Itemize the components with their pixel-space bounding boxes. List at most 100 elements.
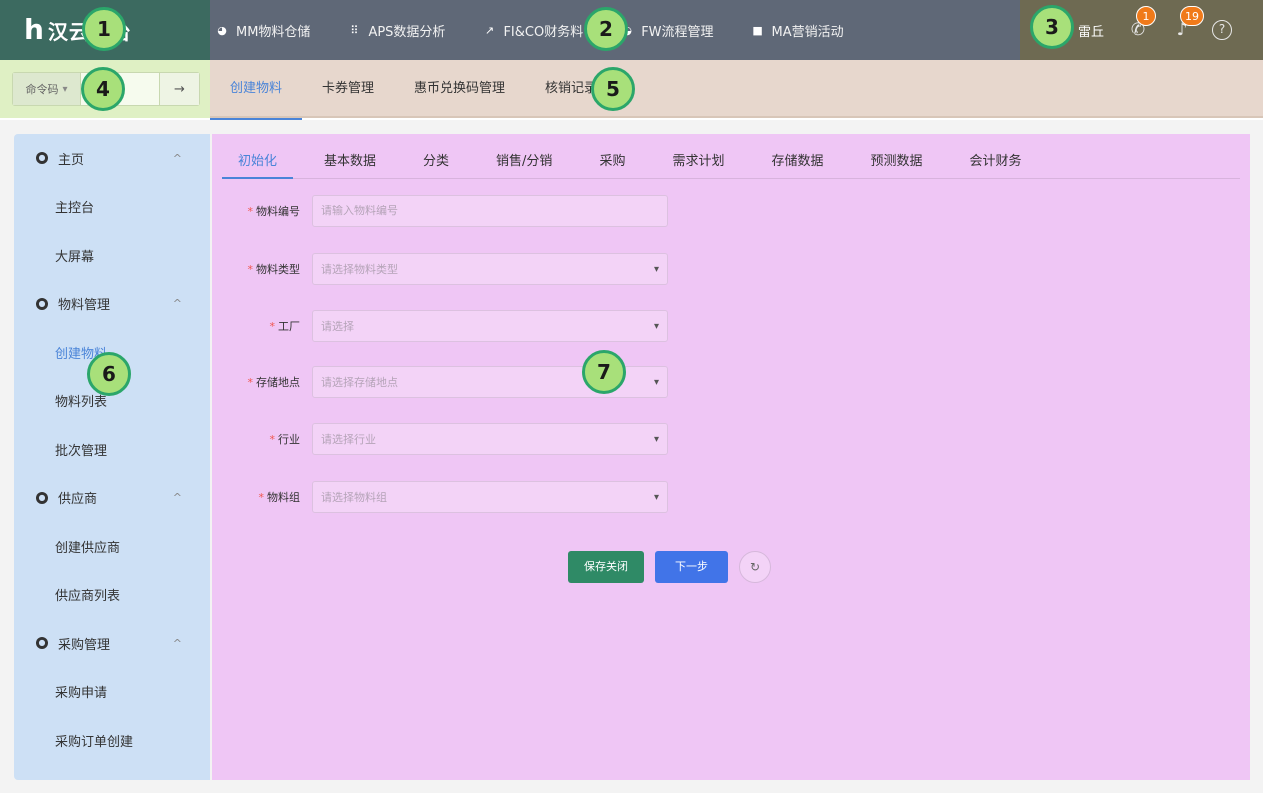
chevron-up-icon: ^ [172,636,182,650]
next-step-button[interactable]: 下一步 [655,551,728,583]
form-row-material-group: * 物料组 请选择物料组 ▾ [212,481,682,513]
marker-5: 5 [591,67,635,111]
group-bullet-icon: ● [36,637,48,650]
tab-init[interactable]: 初始化 [222,146,294,179]
form-row-industry: * 行业 请选择行业 ▾ [212,423,682,455]
material-group-select[interactable]: 请选择物料组 ▾ [312,481,668,513]
tab-basic-data[interactable]: 基本数据 [308,146,392,178]
arrow-right-icon: → [174,81,185,97]
sidebar-group-purchase[interactable]: ● 采购管理 ^ [14,619,210,668]
field-label-text: 物料类型 [256,263,300,276]
sidebar-group-label: 采购管理 [58,637,111,653]
required-mark: * [247,263,254,276]
top-nav-label: APS数据分析 [368,24,446,40]
top-nav-label: FW流程管理 [641,24,714,40]
chevron-down-icon: ▾ [653,321,659,332]
help-icon[interactable]: ? [1212,20,1233,40]
tab-forecast-data[interactable]: 预测数据 [854,146,938,178]
tab-accounting[interactable]: 会计财务 [954,146,1038,178]
tab-purchasing[interactable]: 采购 [583,146,641,178]
top-nav-item-fico[interactable]: ↗ FI&CO财务料 [483,21,583,40]
sidebar-item-purchase-order[interactable]: 采购订单创建 [14,716,210,765]
marker-1: 1 [82,7,126,51]
chevron-up-icon: ^ [172,297,182,311]
sidebar-group-material[interactable]: ● 物料管理 ^ [14,280,210,329]
field-label-text: 工厂 [278,320,300,333]
top-nav-item-fw[interactable]: ◒ FW流程管理 [621,21,713,40]
sidebar-group-supplier[interactable]: ● 供应商 ^ [14,474,210,523]
marker-4: 4 [81,67,125,111]
top-nav-item-mm[interactable]: ◕ MM物料仓储 [216,21,310,40]
sidebar-group-label: 物料管理 [58,298,111,314]
chevron-up-icon: ^ [172,151,182,165]
notification-button[interactable]: ♪ 19 [1172,6,1205,40]
field-label: * 行业 [212,431,312,447]
main-content: 初始化 基本数据 分类 销售/分销 采购 需求计划 存储数据 预测数据 会计财务… [210,120,1263,793]
dashboard-icon: ◕ [217,23,227,37]
plant-select[interactable]: 请选择 ▾ [312,310,668,342]
command-type-select[interactable]: 命令码 ▾ [13,73,81,105]
sidebar-item-create-supplier[interactable]: 创建供应商 [14,522,210,571]
sidebar-item-batch[interactable]: 批次管理 [14,425,210,474]
field-label: * 物料编号 [212,203,312,219]
group-bullet-icon: ● [36,297,48,310]
module-tab-create-material[interactable]: 创建物料 [210,60,303,120]
refresh-icon[interactable]: ↻ [739,551,771,583]
field-label: * 存储地点 [212,374,312,390]
module-tab-redeem-codes[interactable]: 惠币兑换码管理 [394,60,525,118]
chevron-down-icon: ▾ [653,377,659,388]
select-placeholder: 请选择存储地点 [321,376,398,389]
required-mark: * [247,376,254,389]
marker-3: 3 [1030,5,1074,49]
top-nav-item-aps[interactable]: ⠿ APS数据分析 [348,21,445,40]
command-type-label: 命令码 [25,83,59,96]
sidebar-menu: ● 主页 ^ 主控台 大屏幕 ● 物料管理 ^ 创建物料 物料列表 批次管理 ●… [14,134,212,780]
tab-demand-plan[interactable]: 需求计划 [656,146,740,178]
material-type-select[interactable]: 请选择物料类型 ▾ [312,253,668,285]
user-name[interactable]: 雷丘 [1078,21,1104,40]
phone-badge: 1 [1136,6,1157,26]
group-bullet-icon: ● [36,152,48,165]
industry-select[interactable]: 请选择行业 ▾ [312,423,668,455]
sidebar-group-label: 供应商 [58,492,98,508]
phone-button[interactable]: ✆ 1 [1128,6,1157,40]
select-placeholder: 请选择行业 [321,433,376,446]
form-row-plant: * 工厂 请选择 ▾ [212,310,682,342]
top-nav-label: FI&CO财务料 [503,24,584,40]
sidebar-item-big-screen[interactable]: 大屏幕 [14,231,210,280]
form-row-material-number: * 物料编号 [212,195,682,227]
tab-classification[interactable]: 分类 [407,146,465,178]
form-row-material-type: * 物料类型 请选择物料类型 ▾ [212,253,682,285]
marker-7: 7 [582,350,626,394]
sidebar-item-purchase-request[interactable]: 采购申请 [14,668,210,717]
material-number-input[interactable] [321,205,641,217]
top-nav: ◕ MM物料仓储 ⠿ APS数据分析 ↗ FI&CO财务料 ◒ FW流程管理 ■… [210,0,876,60]
tab-sales[interactable]: 销售/分销 [480,146,568,178]
form-actions: 保存关闭 下一步 ↻ [568,551,771,583]
material-number-field[interactable] [312,195,668,227]
field-label-text: 物料编号 [256,205,300,218]
marker-6: 6 [87,352,131,396]
tab-storage-data[interactable]: 存储数据 [755,146,839,178]
module-tabs: 创建物料 卡券管理 惠币兑换码管理 核销记录 [210,60,617,120]
select-placeholder: 请选择 [321,320,354,333]
command-go-button[interactable]: → [159,73,199,105]
chevron-down-icon: ▾ [62,83,68,95]
material-tabs: 初始化 基本数据 分类 销售/分销 采购 需求计划 存储数据 预测数据 会计财务 [222,146,1240,179]
module-tab-coupons[interactable]: 卡券管理 [302,60,394,118]
sidebar-item-supplier-list[interactable]: 供应商列表 [14,571,210,620]
sidebar-group-label: 主页 [58,152,85,168]
save-close-button[interactable]: 保存关闭 [568,551,644,583]
field-label: * 工厂 [212,318,312,334]
sidebar-item-console[interactable]: 主控台 [14,183,210,232]
field-label-text: 物料组 [267,491,300,504]
required-mark: * [247,205,254,218]
chevron-up-icon: ^ [172,491,182,505]
sidebar: ● 主页 ^ 主控台 大屏幕 ● 物料管理 ^ 创建物料 物料列表 批次管理 ●… [0,120,212,793]
sidebar-group-home[interactable]: ● 主页 ^ [14,134,210,183]
marker-2: 2 [584,7,628,51]
field-label: * 物料组 [212,489,312,505]
required-mark: * [258,491,265,504]
field-label: * 物料类型 [212,261,312,277]
top-nav-item-ma[interactable]: ■ MA营销活动 [752,21,843,40]
